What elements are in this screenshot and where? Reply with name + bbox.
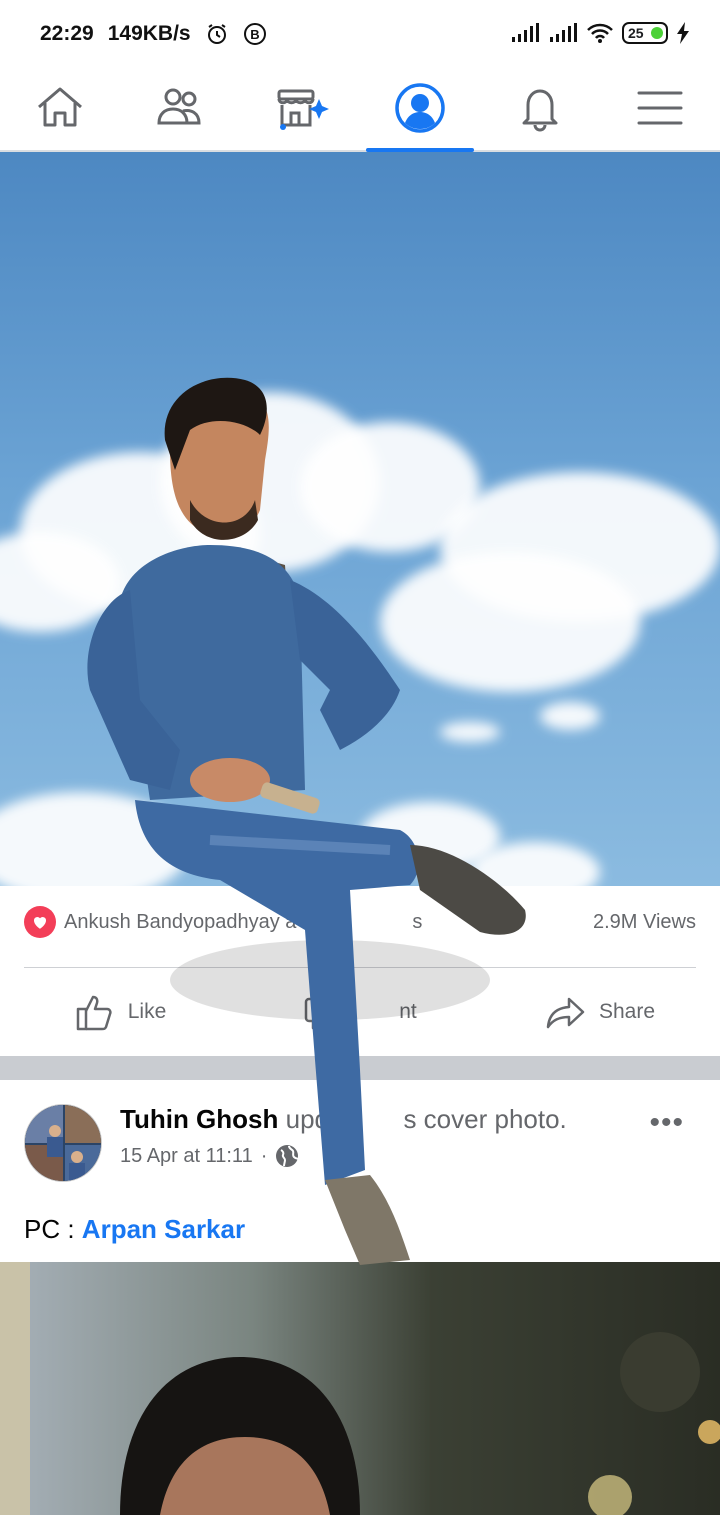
cloud — [440, 722, 500, 742]
nav-home[interactable] — [0, 66, 120, 150]
share-button[interactable]: Share — [480, 968, 720, 1056]
post-photo[interactable] — [0, 1262, 720, 1515]
b-circle-icon: B — [243, 23, 266, 45]
nav-notifications[interactable] — [480, 66, 600, 150]
feed-separator — [0, 1056, 720, 1080]
reaction-names: Ankush Bandyopadhyay a — [64, 910, 297, 933]
cloud — [0, 792, 190, 886]
battery-fill — [651, 27, 663, 39]
alarm-icon — [207, 24, 226, 44]
reactions-row: Ankush Bandyopadhyay a s 2.9M Views — [0, 886, 720, 968]
caption-mention-link[interactable]: Arpan Sarkar — [82, 1214, 245, 1244]
battery-indicator: 25 — [622, 22, 668, 44]
more-options-button[interactable]: ••• — [649, 1106, 684, 1140]
love-reaction-icon — [24, 906, 56, 938]
signal-icon — [512, 23, 539, 42]
like-button[interactable]: Like — [0, 968, 240, 1056]
home-icon — [38, 87, 82, 127]
cloud — [380, 552, 640, 692]
status-right: 25 — [510, 22, 690, 44]
cloud — [540, 702, 600, 730]
post-meta: 15 Apr at 11:11 · — [120, 1144, 300, 1168]
nav-profile[interactable] — [360, 66, 480, 152]
comment-icon — [304, 997, 344, 1030]
bell-icon — [522, 89, 558, 132]
comment-button[interactable]: nt — [240, 968, 480, 1056]
marketplace-icon — [277, 89, 329, 130]
post-action-text-tail: s cover photo. — [403, 1104, 567, 1134]
post-header-line: Tuhin Ghosh upda s cover photo. — [120, 1104, 567, 1135]
profile-icon — [395, 83, 445, 133]
friends-icon — [157, 88, 201, 125]
author-avatar[interactable] — [24, 1104, 102, 1182]
post-actions: Like nt Share — [0, 968, 720, 1056]
reaction-summary[interactable]: Ankush Bandyopadhyay a s — [24, 906, 422, 938]
photo-content — [0, 1262, 720, 1515]
top-nav-bar — [0, 66, 720, 152]
menu-icon — [637, 91, 683, 125]
reaction-names-tail: s — [412, 910, 423, 933]
svg-text:B: B — [250, 27, 259, 42]
comment-label: nt — [399, 1000, 417, 1023]
status-time: 22:29 — [40, 22, 94, 45]
nav-menu[interactable] — [600, 66, 720, 150]
caption-prefix: PC : — [24, 1214, 82, 1244]
globe-icon — [276, 1145, 300, 1167]
status-bar: 22:29 149KB/s B 25 — [0, 0, 720, 66]
thumbs-up-icon — [76, 995, 112, 1031]
nav-marketplace[interactable] — [240, 66, 360, 150]
feed-post: Tuhin Ghosh upda s cover photo. 15 Apr at… — [0, 1080, 720, 1262]
like-label: Like — [127, 1000, 167, 1023]
status-speed: 149KB/s — [107, 22, 191, 45]
post-timestamp[interactable]: 15 Apr at 11:11 — [120, 1145, 253, 1168]
cover-photo[interactable] — [0, 152, 720, 886]
status-left: 22:29 149KB/s B — [40, 22, 267, 46]
share-label: Share — [598, 1000, 656, 1023]
share-icon — [546, 997, 585, 1029]
post-caption: PC : Arpan Sarkar — [24, 1214, 245, 1245]
meta-dot: · — [260, 1144, 268, 1167]
nav-friends[interactable] — [120, 66, 240, 150]
author-name[interactable]: Tuhin Ghosh — [120, 1104, 278, 1134]
signal-icon — [550, 23, 577, 42]
wifi-icon — [587, 23, 613, 43]
views-count[interactable]: 2.9M Views — [593, 911, 696, 934]
post-action-text: upda — [285, 1104, 344, 1134]
charging-icon — [677, 22, 689, 44]
battery-level: 25 — [628, 25, 644, 41]
